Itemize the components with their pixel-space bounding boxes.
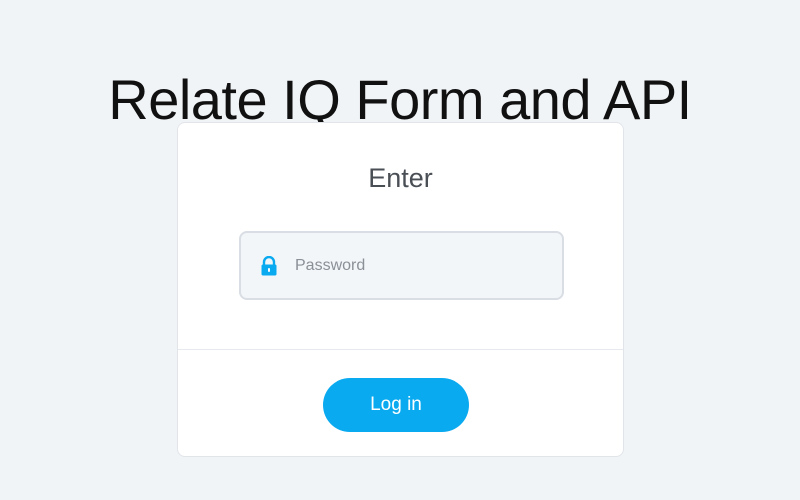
login-card: Enter Log in <box>177 122 624 457</box>
login-heading: Enter <box>368 163 433 193</box>
login-button[interactable]: Log in <box>323 378 469 432</box>
password-input[interactable] <box>295 256 535 275</box>
card-divider <box>178 349 623 350</box>
lock-icon <box>261 255 277 275</box>
password-field[interactable] <box>239 231 564 300</box>
